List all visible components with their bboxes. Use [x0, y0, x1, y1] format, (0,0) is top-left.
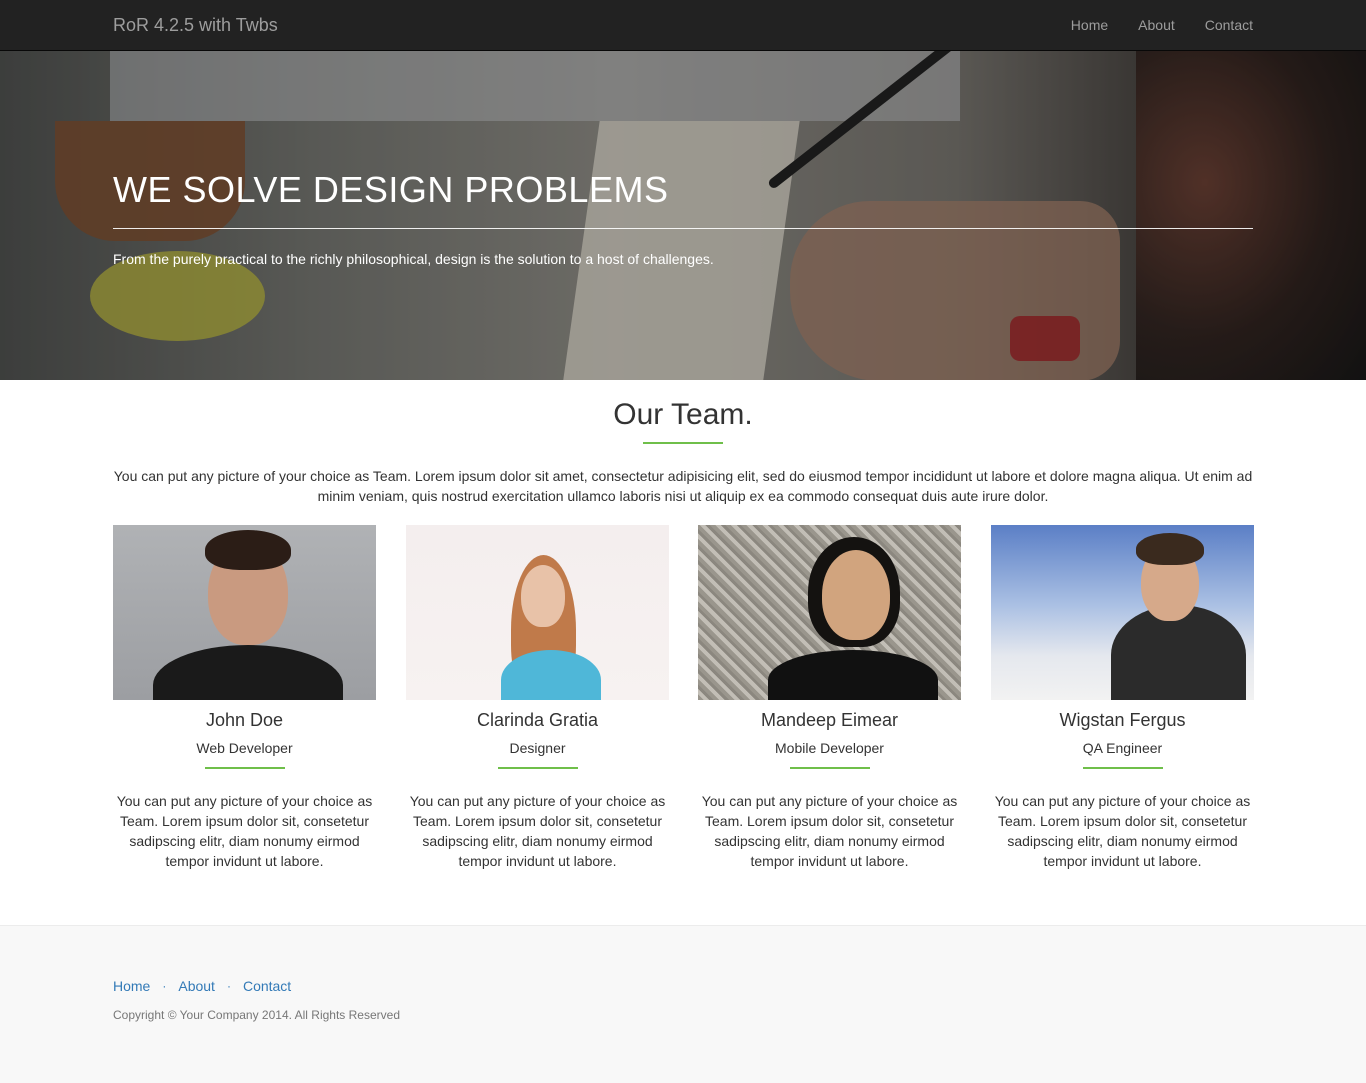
nav-home-link[interactable]: Home	[1071, 17, 1108, 33]
team-member-name: Clarinda Gratia	[476, 710, 599, 730]
footer-contact-link[interactable]: Contact	[243, 978, 291, 994]
team-member-bio: You can put any picture of your choice a…	[409, 793, 666, 869]
team-member-role-underline	[497, 767, 578, 769]
hero-divider	[113, 228, 1253, 229]
team-member-photo	[991, 525, 1254, 700]
hero-title: WE SOLVE DESIGN PROBLEMS	[113, 169, 669, 210]
team-member-role: Mobile Developer	[775, 740, 884, 756]
footer-links: Home · About · Contact	[113, 978, 291, 994]
footer-separator: ·	[162, 979, 167, 993]
team-member-name: Mandeep Eimear	[760, 710, 899, 730]
team-member-card: Clarinda Gratia Designer You can put any…	[406, 525, 669, 871]
hero-overlay	[0, 51, 1366, 380]
team-member-role-underline	[789, 767, 870, 769]
team-member-role-underline	[1082, 767, 1163, 769]
footer-home-link[interactable]: Home	[113, 978, 150, 994]
team-member-card: Mandeep Eimear Mobile Developer You can …	[698, 525, 961, 871]
footer-copyright: Copyright © Your Company 2014. All Right…	[113, 1008, 400, 1022]
team-title-underline	[643, 442, 723, 444]
team-member-role-underline	[204, 767, 285, 769]
team-member-role: Designer	[509, 740, 566, 756]
team-member-bio: You can put any picture of your choice a…	[994, 793, 1251, 869]
team-section-title: Our Team.	[613, 398, 753, 431]
team-member-role: QA Engineer	[1082, 740, 1163, 756]
nav-links: Home About Contact	[1041, 17, 1253, 33]
team-intro-text: You can put any picture of your choice a…	[113, 468, 1253, 504]
footer-about-link[interactable]: About	[178, 978, 215, 994]
top-navbar: RoR 4.2.5 with Twbs Home About Contact	[0, 0, 1366, 51]
team-member-card: John Doe Web Developer You can put any p…	[113, 525, 376, 871]
team-member-photo	[698, 525, 961, 700]
footer-separator: ·	[226, 979, 231, 993]
hero-subtitle: From the purely practical to the richly …	[113, 251, 714, 267]
team-member-bio: You can put any picture of your choice a…	[116, 793, 373, 869]
page-footer: Home · About · Contact Copyright © Your …	[0, 925, 1366, 1083]
team-member-name: John Doe	[205, 710, 284, 730]
team-member-photo	[406, 525, 669, 700]
team-member-card: Wigstan Fergus QA Engineer You can put a…	[991, 525, 1254, 871]
hero-banner: WE SOLVE DESIGN PROBLEMS From the purely…	[0, 51, 1366, 380]
nav-about-link[interactable]: About	[1138, 17, 1175, 33]
nav-contact-link[interactable]: Contact	[1205, 17, 1253, 33]
team-member-name: Wigstan Fergus	[1059, 710, 1186, 730]
team-member-role: Web Developer	[196, 740, 293, 756]
team-member-photo	[113, 525, 376, 700]
team-member-bio: You can put any picture of your choice a…	[701, 793, 958, 869]
brand-link[interactable]: RoR 4.2.5 with Twbs	[113, 15, 278, 36]
